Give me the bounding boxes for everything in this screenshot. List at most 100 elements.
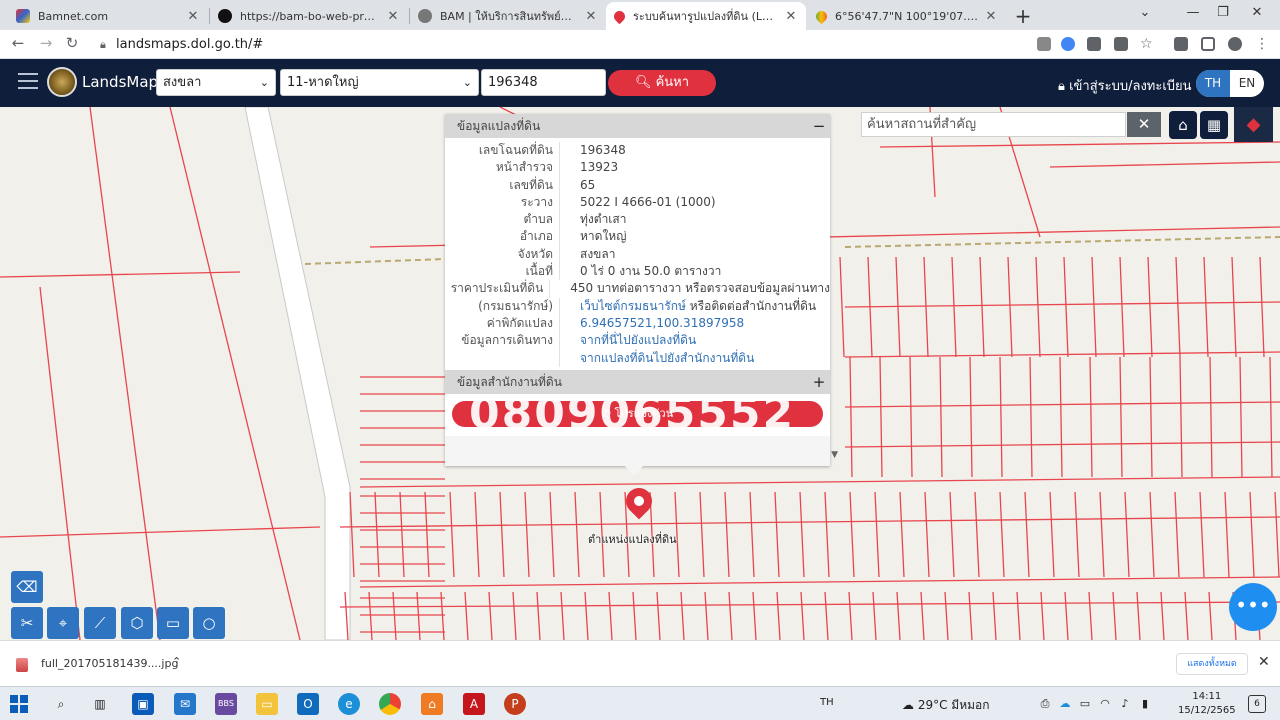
bbs-app-icon[interactable]: BBS	[215, 693, 237, 715]
tab-bamnet[interactable]: Bamnet.com ✕	[8, 2, 208, 30]
share-icon[interactable]	[1114, 37, 1128, 51]
scroll-down-icon[interactable]: ▼	[831, 450, 838, 460]
parcel-boundary	[1064, 591, 1069, 640]
draw-polygon-icon[interactable]: ⬡	[121, 607, 153, 639]
tab-bam[interactable]: BAM | ให้บริการสินทรัพย์ด้านอสังหาริ ✕	[410, 2, 606, 30]
forward-button[interactable]: →	[36, 34, 56, 52]
close-icon[interactable]: ✕	[984, 9, 998, 24]
parcel-boundary	[1269, 356, 1273, 478]
search-icon[interactable]: ⌕	[50, 693, 72, 715]
eraser-icon[interactable]: ⌫	[11, 571, 43, 603]
parcel-boundary	[359, 476, 1280, 488]
tab-google-maps[interactable]: 6°56'47.7"N 100°19'07.7"E - Goo ✕	[808, 2, 1006, 30]
profile-avatar-icon[interactable]	[1228, 37, 1242, 51]
edge-icon[interactable]: e	[338, 693, 360, 715]
back-button[interactable]: ←	[8, 34, 28, 52]
info-row: เนื้อที่ 0 ไร่ 0 งาน 50.0 ตารางวา	[445, 263, 830, 281]
close-icon[interactable]: ✕	[1258, 654, 1270, 670]
login-link[interactable]: 🔒︎ เข้าสู่ระบบ/ลงทะเบียน	[1058, 75, 1192, 96]
place-search-input[interactable]: ค้นหาสถานที่สำคัญ	[861, 112, 1126, 137]
powerpoint-icon[interactable]: P	[504, 693, 526, 715]
close-icon[interactable]: ✕	[784, 9, 798, 24]
parcel-boundary	[680, 591, 685, 640]
printer-icon[interactable]: ⎙	[1034, 693, 1056, 715]
more-options-icon[interactable]: •••	[1229, 583, 1277, 631]
reload-button[interactable]: ↻	[62, 34, 82, 52]
draw-line-icon[interactable]: ⟋	[84, 607, 116, 639]
acrobat-icon[interactable]: A	[463, 693, 485, 715]
translate-icon[interactable]	[1087, 37, 1101, 51]
site-settings-icon[interactable]	[1037, 37, 1051, 51]
draw-rectangle-icon[interactable]: ▭	[157, 607, 189, 639]
close-icon[interactable]: ✕	[386, 9, 400, 24]
tab-bam-bo[interactable]: https://bam-bo-web-prd.bam.co ✕	[210, 2, 408, 30]
home-icon[interactable]: ⌂	[1169, 111, 1197, 139]
info-link[interactable]: จากแปลงที่ดินไปยังสำนักงานที่ดิน	[580, 351, 754, 365]
close-window-button[interactable]: ✕	[1234, 3, 1280, 23]
lang-en-button[interactable]: EN	[1230, 70, 1264, 97]
tab-title: Bamnet.com	[38, 9, 109, 23]
search-button[interactable]: 🔍︎ ค้นหา	[608, 70, 716, 96]
expand-plus-icon[interactable]: +	[812, 370, 826, 394]
info-link[interactable]: 6.94657521,100.31897958	[580, 316, 744, 330]
close-icon[interactable]: ✕	[186, 9, 200, 24]
parcel-boundary	[776, 591, 781, 640]
lang-th-button[interactable]: TH	[1196, 70, 1230, 97]
battery-icon[interactable]: ▮	[1134, 693, 1156, 715]
bookmark-star-icon[interactable]: ☆	[1140, 37, 1154, 51]
system-clock[interactable]: 14:11 15/12/2565	[1178, 690, 1236, 718]
parcel-boundary	[1074, 491, 1080, 578]
province-select[interactable]: สงขลา ⌄	[156, 69, 276, 96]
parcel-boundary	[656, 591, 661, 640]
grid-icon[interactable]: ▦	[1200, 111, 1228, 139]
outlook-icon[interactable]: O	[297, 693, 319, 715]
extensions-icon[interactable]	[1174, 37, 1188, 51]
info-link[interactable]: เว็บไซต์กรมธนารักษ์	[580, 299, 686, 313]
google-icon[interactable]	[1061, 37, 1075, 51]
district-select[interactable]: 11-หาดใหญ่ ⌄	[280, 69, 479, 96]
info-row: ระวาง 5022 I 4666-01 (1000)	[445, 193, 830, 212]
layers-icon[interactable]: ◆	[1234, 107, 1273, 142]
info-link[interactable]: จากที่นี่ไปยังแปลงที่ดิน	[580, 333, 696, 347]
draw-point-icon[interactable]: ⌖	[47, 607, 79, 639]
input-language-indicator[interactable]: TH	[820, 697, 834, 708]
mail-icon[interactable]: ✉	[174, 693, 196, 715]
url-field[interactable]: 🔒︎ landsmaps.dol.go.th/#	[94, 35, 1024, 55]
parcel-info-header[interactable]: ข้อมูลแปลงที่ดิน −	[445, 114, 830, 138]
downloads-bar: full_201705181439....jpg ⌃ แสดงทั้งหมด ✕	[0, 640, 1280, 686]
side-panel-icon[interactable]	[1201, 37, 1215, 51]
bam-favicon-icon	[218, 9, 232, 23]
volume-icon[interactable]: ♪	[1114, 693, 1136, 715]
chevron-up-icon[interactable]: ⌃	[172, 655, 181, 668]
parcel-number-input[interactable]: 196348	[481, 69, 606, 96]
close-icon[interactable]: ✕	[584, 9, 598, 24]
network-icon[interactable]: ▭	[1074, 693, 1096, 715]
hamburger-menu-icon[interactable]	[18, 73, 38, 91]
draw-circle-icon[interactable]: ○	[193, 607, 225, 639]
brand-title: LandsMaps	[82, 73, 166, 91]
onedrive-icon[interactable]: ☁	[1054, 693, 1076, 715]
info-value: 196348	[580, 143, 626, 157]
measure-tools-icon[interactable]: ✂	[11, 607, 43, 639]
parcel-boundary	[774, 491, 780, 578]
tab-search-chevron-icon[interactable]: ⌄	[1122, 3, 1168, 23]
download-filename[interactable]: full_201705181439....jpg	[41, 657, 178, 670]
collapse-minus-icon[interactable]: −	[812, 114, 826, 138]
notification-badge[interactable]: 6	[1248, 695, 1266, 713]
clear-icon[interactable]: ✕	[1127, 112, 1161, 137]
chrome-icon[interactable]	[379, 693, 401, 715]
windows-start-icon[interactable]	[10, 695, 28, 713]
weather-widget[interactable]: ☁ 29°C มีหมอก	[902, 696, 990, 715]
store-icon[interactable]: ▣	[132, 693, 154, 715]
wifi-icon[interactable]: ◠	[1094, 693, 1116, 715]
new-tab-button[interactable]: +	[1012, 4, 1034, 28]
tab-landsmaps[interactable]: ระบบค้นหารูปแปลงที่ดิน (LandsMaps ✕	[606, 2, 806, 30]
menu-kebab-icon[interactable]: ⋮	[1255, 37, 1269, 51]
file-explorer-icon[interactable]: ▭	[256, 693, 278, 715]
parcel-boundary	[1149, 491, 1155, 578]
parcel-boundary	[949, 491, 955, 578]
task-view-icon[interactable]: ▥	[89, 693, 111, 715]
home-app-icon[interactable]: ⌂	[421, 693, 443, 715]
bamnet-favicon-icon	[16, 9, 30, 23]
show-all-downloads-button[interactable]: แสดงทั้งหมด	[1176, 653, 1248, 675]
